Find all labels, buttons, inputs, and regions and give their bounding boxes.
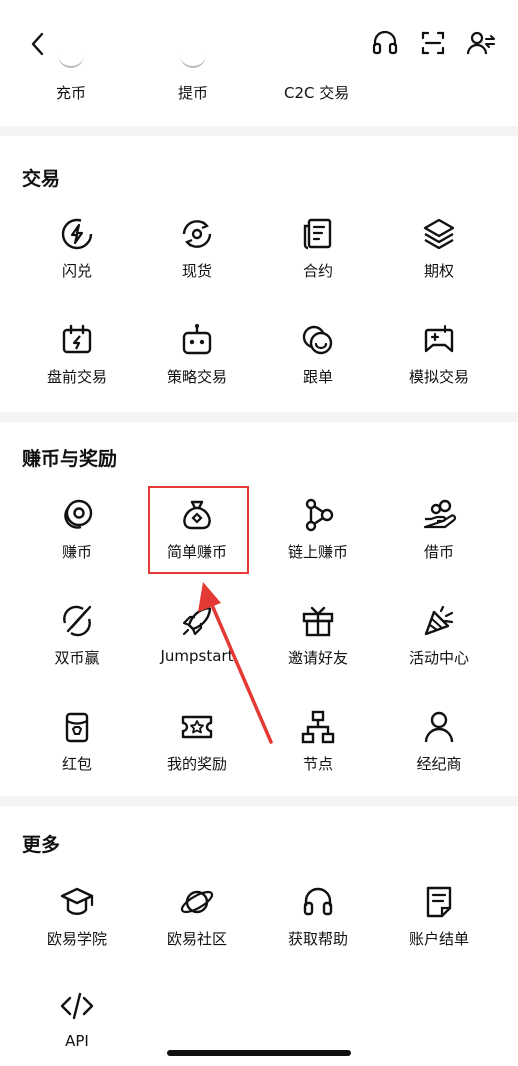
shortcut-label: 充币 (56, 84, 87, 102)
menu-item-account-statement[interactable]: 账户结单 (384, 884, 494, 949)
menu-item-events-center[interactable]: 活动中心 (384, 603, 494, 668)
menu-item-label: 账户结单 (408, 930, 469, 948)
gift-icon (302, 606, 334, 637)
code-icon (60, 992, 94, 1020)
menu-item-label: 邀请好友 (287, 649, 348, 667)
partial-shortcut-row: 充币 提币 C2C 交易 (0, 54, 518, 114)
menu-item-label: 我的奖励 (166, 755, 227, 773)
menu-item-label: 双币赢 (54, 649, 100, 667)
highlight-box (148, 486, 249, 574)
section-divider (0, 412, 518, 422)
deposit-shortcut[interactable]: 充币 (56, 54, 86, 103)
node-icon (301, 710, 335, 744)
c2c-shortcut[interactable]: C2C 交易 (284, 54, 349, 103)
loan-icon (423, 499, 457, 529)
menu-item-label: 盘前交易 (46, 368, 107, 386)
menu-item-label: API (65, 1032, 89, 1050)
menu-item-dual-investment[interactable]: 双币赢 (22, 603, 132, 668)
demo-trade-icon (424, 325, 454, 353)
ticket-icon (181, 715, 213, 739)
shortcut-label: 提币 (178, 84, 209, 102)
menu-item-broker[interactable]: 经纪商 (384, 709, 494, 774)
menu-item-loan[interactable]: 借币 (384, 497, 494, 562)
menu-item-community[interactable]: 欧易社区 (142, 884, 252, 949)
menu-item-jumpstart[interactable]: Jumpstart (142, 603, 252, 665)
menu-item-options[interactable]: 期权 (384, 216, 494, 281)
menu-item-copy-trading[interactable]: 跟单 (263, 322, 373, 387)
menu-item-label: 期权 (423, 262, 454, 280)
menu-item-red-packet[interactable]: 红包 (22, 709, 132, 774)
menu-item-flash-swap[interactable]: 闪兑 (22, 216, 132, 281)
robot-icon (182, 324, 212, 355)
copy-trade-icon (302, 325, 333, 355)
dual-coin-icon (63, 605, 92, 637)
layers-icon (423, 218, 455, 250)
menu-item-my-rewards[interactable]: 我的奖励 (142, 709, 252, 774)
menu-item-label: 欧易学院 (46, 930, 107, 948)
menu-item-spot[interactable]: 现货 (142, 216, 252, 281)
academy-icon (60, 887, 94, 915)
menu-item-label: 赚币 (61, 543, 92, 561)
coin-icon (64, 499, 93, 529)
menu-item-invite-friends[interactable]: 邀请好友 (263, 603, 373, 668)
party-icon (424, 605, 454, 636)
menu-item-label: 策略交易 (166, 368, 227, 386)
menu-item-label: 现货 (181, 262, 212, 280)
spot-icon (182, 220, 212, 248)
withdraw-icon (180, 54, 206, 68)
home-indicator (167, 1050, 351, 1056)
planet-icon (180, 890, 214, 914)
menu-item-label: Jumpstart (160, 647, 234, 665)
broker-icon (424, 711, 454, 743)
section-divider (0, 126, 518, 136)
menu-item-label: 跟单 (302, 368, 333, 386)
deposit-icon (58, 54, 84, 68)
menu-item-label: 闪兑 (61, 262, 92, 280)
menu-item-label: 借币 (423, 543, 454, 561)
menu-item-label: 节点 (302, 755, 333, 773)
menu-item-label: 经纪商 (416, 755, 462, 773)
menu-item-label: 合约 (302, 262, 333, 280)
flash-icon (61, 218, 93, 250)
section-title-earn: 赚币与奖励 (22, 448, 118, 470)
menu-item-label: 欧易社区 (166, 930, 227, 948)
premarket-icon (62, 324, 92, 354)
menu-item-label: 获取帮助 (287, 930, 348, 948)
statement-icon (426, 886, 452, 918)
section-title-trade: 交易 (22, 168, 61, 190)
menu-item-strategy[interactable]: 策略交易 (142, 322, 252, 387)
contract-icon (303, 218, 332, 250)
menu-item-nodes[interactable]: 节点 (263, 709, 373, 774)
withdraw-shortcut[interactable]: 提币 (178, 54, 208, 103)
menu-item-academy[interactable]: 欧易学院 (22, 884, 132, 949)
menu-item-label: 红包 (61, 755, 92, 773)
menu-item-label: 模拟交易 (408, 368, 469, 386)
menu-item-contract[interactable]: 合约 (263, 216, 373, 281)
rocket-icon (182, 606, 212, 636)
onchain-icon (305, 498, 334, 532)
menu-item-onchain-earn[interactable]: 链上赚币 (263, 497, 373, 562)
shortcut-label: C2C 交易 (284, 84, 350, 102)
menu-item-premarket[interactable]: 盘前交易 (22, 322, 132, 387)
menu-item-earn[interactable]: 赚币 (22, 497, 132, 562)
menu-item-demo-trading[interactable]: 模拟交易 (384, 322, 494, 387)
headset-icon (303, 887, 333, 916)
section-title-more: 更多 (22, 834, 61, 856)
menu-item-api[interactable]: API (22, 988, 132, 1050)
red-packet-icon (65, 712, 89, 743)
menu-item-get-help[interactable]: 获取帮助 (263, 884, 373, 949)
menu-item-label: 链上赚币 (287, 543, 348, 561)
menu-item-label: 活动中心 (408, 649, 469, 667)
section-divider (0, 796, 518, 806)
